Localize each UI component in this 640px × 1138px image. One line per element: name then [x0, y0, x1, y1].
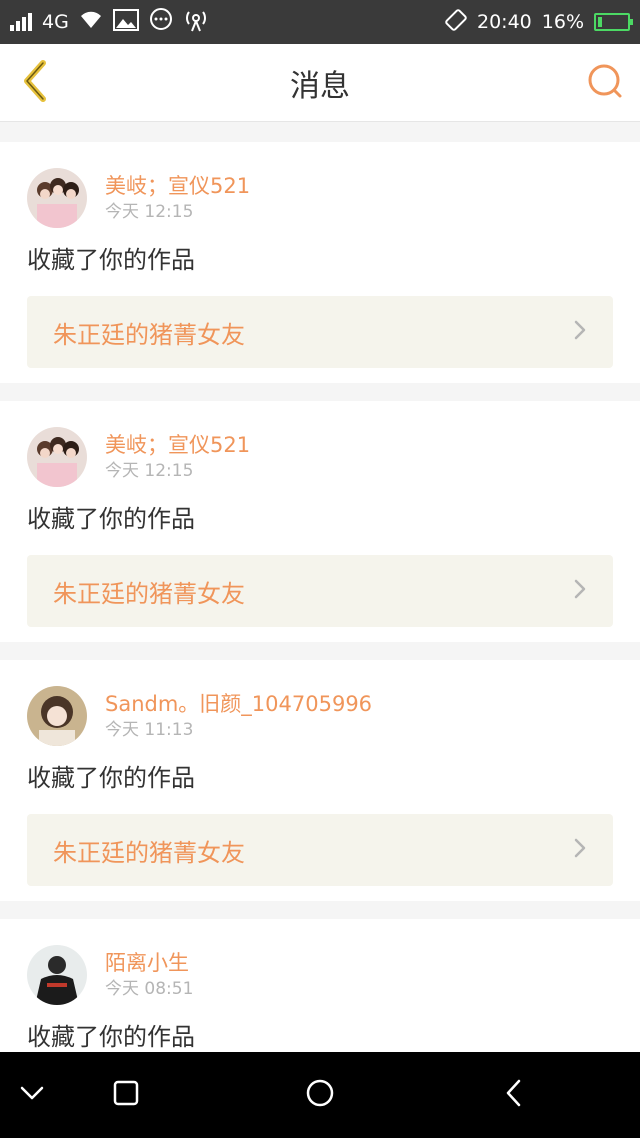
username[interactable]: 陌离小生 — [105, 950, 193, 976]
work-title: 朱正廷的猪菁女友 — [53, 838, 245, 867]
status-bar: 4G 20:40 16% — [0, 0, 640, 44]
work-link[interactable]: 朱正廷的猪菁女友 — [27, 555, 613, 627]
search-button[interactable] — [584, 62, 626, 104]
username[interactable]: 美岐；宣仪521 — [105, 432, 250, 458]
back-icon — [505, 1078, 523, 1112]
action-text: 收藏了你的作品 — [27, 764, 195, 792]
battery-icon — [594, 13, 633, 31]
work-link[interactable]: 朱正廷的猪菁女友 — [27, 814, 613, 886]
avatar[interactable] — [27, 427, 87, 487]
signal-icon — [10, 13, 32, 31]
work-link[interactable]: 朱正廷的猪菁女友 — [27, 296, 613, 368]
list-item[interactable]: 美岐；宣仪521 今天 12:15 收藏了你的作品 朱正廷的猪菁女友 — [0, 401, 640, 642]
action-text: 收藏了你的作品 — [27, 246, 195, 274]
chevron-right-icon — [573, 319, 587, 345]
home-icon — [305, 1078, 335, 1112]
list-item[interactable]: 美岐；宣仪521 今天 12:15 收藏了你的作品 朱正廷的猪菁女友 — [0, 142, 640, 383]
action-text: 收藏了你的作品 — [27, 505, 195, 533]
chevron-right-icon — [573, 578, 587, 604]
username[interactable]: 美岐；宣仪521 — [105, 173, 250, 199]
message-list[interactable]: 美岐；宣仪521 今天 12:15 收藏了你的作品 朱正廷的猪菁女友 美岐；宣仪… — [0, 122, 640, 1052]
timestamp: 今天 12:15 — [105, 202, 194, 222]
clock-time: 20:40 — [477, 11, 532, 33]
username[interactable]: Sandm。旧颜_104705996 — [105, 691, 372, 717]
timestamp: 今天 12:15 — [105, 461, 194, 481]
avatar[interactable] — [27, 945, 87, 1005]
wifi-icon — [79, 10, 103, 35]
timestamp: 今天 11:13 — [105, 720, 194, 740]
image-icon — [112, 8, 139, 36]
recent-apps-button[interactable] — [103, 1072, 149, 1118]
header: 消息 — [0, 44, 640, 122]
action-text: 收藏了你的作品 — [27, 1023, 195, 1051]
chevron-left-icon — [19, 59, 49, 107]
work-title: 朱正廷的猪菁女友 — [53, 579, 245, 608]
chat-icon — [149, 7, 173, 37]
avatar[interactable] — [27, 168, 87, 228]
back-button[interactable] — [14, 60, 54, 106]
list-item[interactable]: 陌离小生 今天 08:51 收藏了你的作品 — [0, 919, 640, 1052]
search-icon — [586, 62, 624, 104]
list-item[interactable]: Sandm。旧颜_104705996 今天 11:13 收藏了你的作品 朱正廷的… — [0, 660, 640, 901]
battery-percent: 16% — [541, 11, 584, 33]
rotate-icon — [445, 8, 467, 36]
hotspot-icon — [183, 8, 209, 37]
back-nav-button[interactable] — [491, 1072, 537, 1118]
avatar[interactable] — [27, 686, 87, 746]
timestamp: 今天 08:51 — [105, 979, 194, 999]
work-title: 朱正廷的猪菁女友 — [53, 320, 245, 349]
page-title: 消息 — [290, 68, 350, 104]
network-type: 4G — [42, 11, 69, 33]
collapse-nav-button[interactable] — [9, 1072, 55, 1118]
chevron-down-icon — [19, 1085, 45, 1105]
chevron-right-icon — [573, 837, 587, 863]
recent-apps-icon — [112, 1079, 140, 1111]
home-button[interactable] — [297, 1072, 343, 1118]
system-nav-bar — [0, 1052, 640, 1138]
